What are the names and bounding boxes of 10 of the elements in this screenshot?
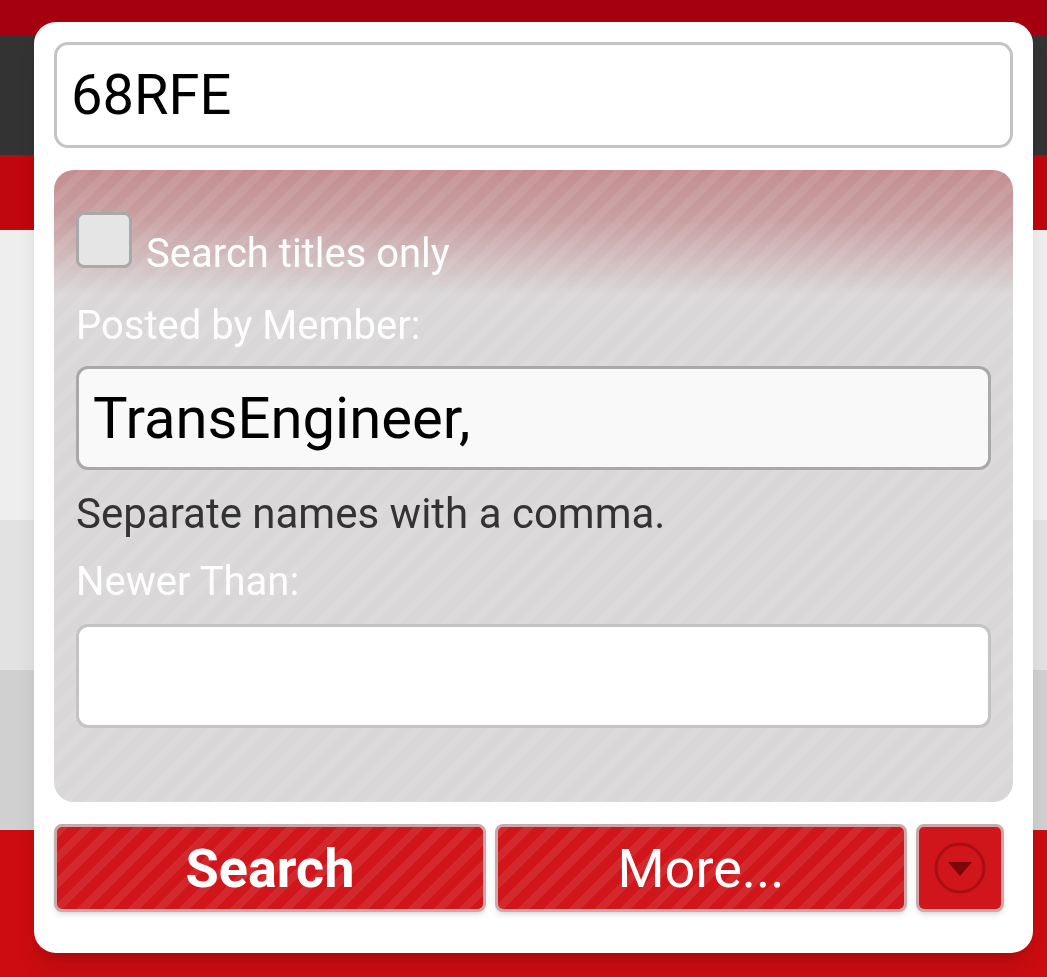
hint-text: Separate names with a comma.: [76, 488, 667, 540]
checkbox-label: Search titles only: [146, 230, 450, 278]
caret-icon: [934, 842, 986, 894]
dropdown-button[interactable]: [916, 824, 1004, 912]
more-button[interactable]: More...: [495, 824, 907, 912]
search-button[interactable]: Search: [54, 824, 486, 912]
checkbox[interactable]: [76, 212, 132, 268]
date-field[interactable]: [76, 624, 991, 728]
member-field[interactable]: TransEngineer,: [76, 366, 991, 470]
search-field[interactable]: 68RFE: [54, 42, 1013, 148]
